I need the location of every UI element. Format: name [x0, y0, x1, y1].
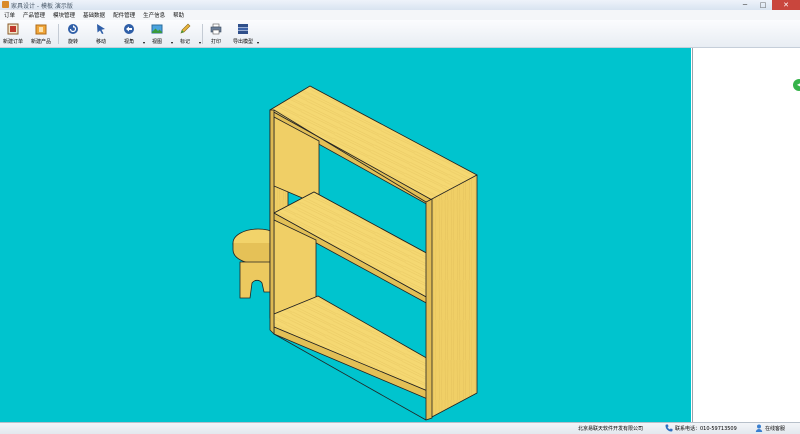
rotate-label: 旋转 [67, 39, 78, 45]
new-order-icon [7, 23, 19, 35]
app-icon [2, 1, 9, 8]
menu-item-product-management[interactable]: 产品管理 [19, 11, 49, 19]
contact-phone-text: 联系电话：010-59713509 [675, 425, 737, 432]
new-order-button[interactable]: 新建订单 [0, 22, 26, 46]
menu-item-production-info[interactable]: 生产信息 [139, 11, 169, 19]
contact-phone: 联系电话：010-59713509 [665, 424, 737, 432]
status-bar: 北京易联天软件开发有限公司 联系电话：010-59713509 在线客服 [0, 422, 800, 434]
menu-item-basic-data[interactable]: 基础数据 [79, 11, 109, 19]
menu-item-accessory-management[interactable]: 配件管理 [109, 11, 139, 19]
print-button[interactable]: 打印 [203, 22, 229, 46]
image-view-button[interactable]: 视图 ▾ [144, 22, 173, 46]
export-model-icon [238, 24, 248, 34]
model-canvas[interactable] [0, 48, 691, 422]
view-angle-label: 视角 [123, 39, 134, 45]
new-product-label: 新建产品 [30, 39, 51, 45]
rotate-button[interactable]: 旋转 [60, 22, 86, 46]
view-angle-button[interactable]: 视角 ▾ [116, 22, 145, 46]
export-model-button[interactable]: 导出模型 ▾ [230, 22, 259, 46]
mark-button[interactable]: 标记 ▾ [172, 22, 201, 46]
expand-panel-icon[interactable]: ◂ [793, 79, 800, 91]
toolbar: 新建订单 新建产品 旋转 移动 视角 ▾ 视图 ▾ 标记 ▾ 打印 导出模型 ▾ [0, 20, 800, 48]
new-product-button[interactable]: 新建产品 [28, 22, 54, 46]
right-side-panel: ◂ [692, 48, 800, 422]
close-button[interactable]: ✕ [772, 0, 800, 10]
maximize-button[interactable]: □ [754, 0, 772, 10]
print-label: 打印 [210, 39, 221, 45]
image-view-icon [151, 24, 163, 34]
toolbar-separator [58, 24, 59, 44]
menu-item-module-management[interactable]: 模块管理 [49, 11, 79, 19]
menu-item-help[interactable]: 帮助 [169, 11, 188, 19]
3d-viewport[interactable] [0, 48, 691, 422]
window-controls: ─ □ ✕ [736, 0, 800, 10]
online-service-text: 在线客服 [765, 425, 786, 432]
new-product-icon [35, 24, 47, 35]
view-angle-icon [124, 24, 134, 34]
window-title: 家具设计 - 模板 演示版 [11, 3, 73, 10]
menu-bar: 订单 产品管理 模块管理 基础数据 配件管理 生产信息 帮助 [0, 10, 800, 20]
move-cursor-icon [97, 24, 105, 34]
export-model-dropdown-icon[interactable]: ▾ [257, 40, 259, 45]
mark-label: 标记 [179, 39, 190, 45]
online-service-icon [755, 424, 763, 432]
bookshelf-model[interactable] [269, 85, 478, 421]
company-name: 北京易联天软件开发有限公司 [578, 426, 644, 432]
minimize-button[interactable]: ─ [736, 0, 754, 10]
move-label: 移动 [95, 39, 106, 45]
export-model-label: 导出模型 [232, 39, 253, 45]
move-button[interactable]: 移动 [88, 22, 114, 46]
rotate-icon [68, 24, 78, 34]
pencil-icon [180, 23, 191, 34]
online-service-link[interactable]: 在线客服 [755, 424, 785, 432]
image-view-label: 视图 [151, 39, 162, 45]
mark-dropdown-icon[interactable]: ▾ [199, 40, 201, 45]
new-order-label: 新建订单 [2, 39, 23, 45]
phone-icon [665, 424, 673, 432]
printer-icon [210, 23, 222, 35]
menu-item-order[interactable]: 订单 [0, 11, 19, 19]
